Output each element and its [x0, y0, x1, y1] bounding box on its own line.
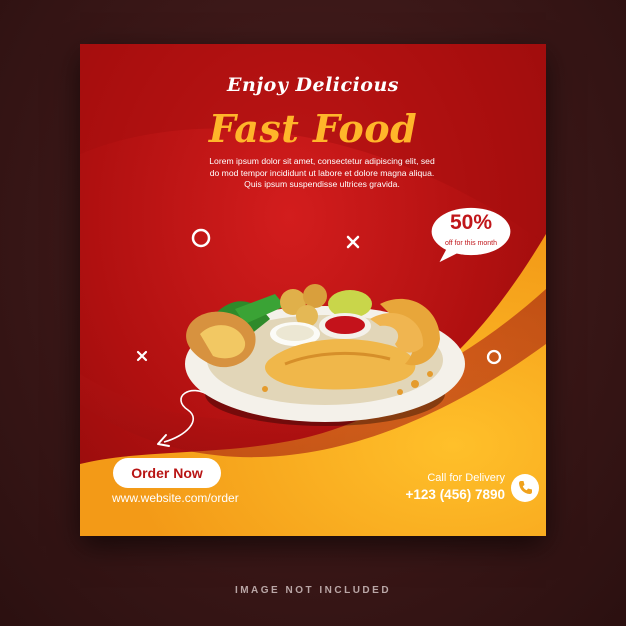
description: Lorem ipsum dolor sit amet, consectetur …	[183, 156, 461, 191]
cross-icon	[346, 235, 360, 249]
call-for-delivery-label: Call for Delivery	[427, 472, 505, 484]
promo-card: Enjoy Delicious Fast Food Lorem ipsum do…	[80, 44, 546, 536]
headline-title: Fast Food	[208, 106, 418, 151]
website-link[interactable]: www.website.com/order	[112, 491, 239, 505]
circle-outline-icon	[486, 349, 502, 365]
discount-value: 50%	[449, 211, 493, 234]
phone-number[interactable]: +123 (456) 7890	[377, 487, 505, 502]
discount-note: off for this month	[444, 240, 497, 247]
cross-icon	[136, 350, 148, 362]
food-plate-image	[185, 284, 465, 426]
order-now-button[interactable]: Order Now	[113, 458, 221, 488]
phone-icon	[519, 481, 532, 494]
description-line: Quis ipsum suspendisse ultrices gravida.	[244, 179, 400, 189]
phone-button[interactable]	[511, 474, 539, 502]
tagline: Enjoy Delicious	[227, 74, 399, 96]
description-line: Lorem ipsum dolor sit amet, consectetur …	[209, 156, 435, 166]
image-not-included-note: IMAGE NOT INCLUDED	[234, 585, 392, 596]
circle-outline-icon	[191, 228, 211, 248]
description-line: do mod tempor incididunt ut labore et do…	[209, 167, 435, 178]
